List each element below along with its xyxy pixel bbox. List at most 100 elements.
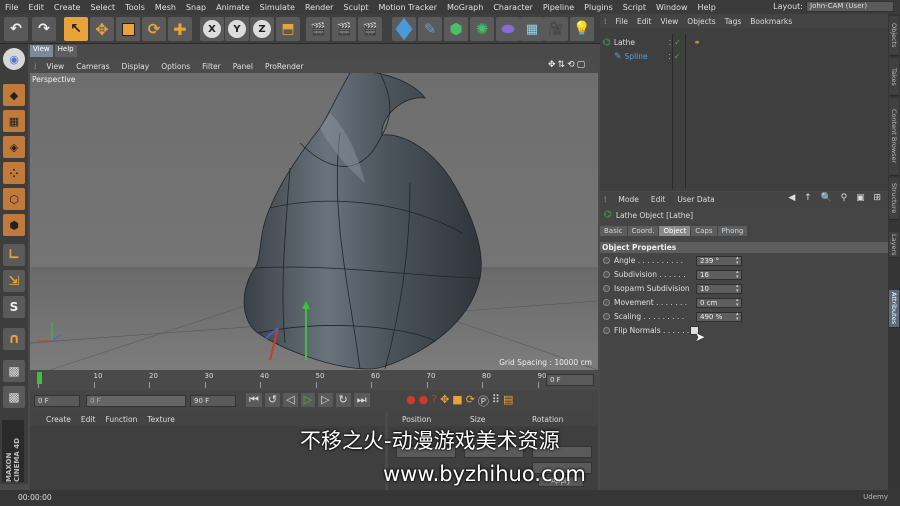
render-view-icon[interactable]: 🎬 xyxy=(306,17,330,41)
scale-key-icon[interactable]: ■ xyxy=(452,393,462,409)
edges-mode-icon[interactable]: ⬡ xyxy=(3,188,25,210)
tab-phong[interactable]: Phong xyxy=(717,226,748,236)
current-frame-field[interactable]: 0 F xyxy=(546,374,594,386)
menu-item-create[interactable]: Create xyxy=(49,3,86,12)
menu-item-select[interactable]: Select xyxy=(85,3,120,12)
parameter-key-icon[interactable]: Ⓟ xyxy=(478,393,489,409)
tab-object[interactable]: Object xyxy=(659,226,691,236)
object-menu-view[interactable]: View xyxy=(660,17,678,26)
tab-coord[interactable]: Coord. xyxy=(627,226,659,236)
attr-nav-icons[interactable]: ◀ ↑ 🔍 ⚲ ▣ ⊞ xyxy=(788,193,884,203)
menu-item-edit[interactable]: Edit xyxy=(23,3,49,12)
property-value-field[interactable]: 490 % xyxy=(696,311,742,322)
light-bulb-icon[interactable]: 💡 xyxy=(570,17,594,41)
start-frame-field[interactable]: 0 F xyxy=(34,395,80,407)
camera-icon[interactable]: 🎥 xyxy=(544,17,568,41)
locked-workplane-icon[interactable]: ▩ xyxy=(3,386,25,408)
menu-item-snap[interactable]: Snap xyxy=(181,3,211,12)
menu-item-render[interactable]: Render xyxy=(300,3,338,12)
object-menu-bookmarks[interactable]: Bookmarks xyxy=(750,17,792,26)
attr-menu-user-data[interactable]: User Data xyxy=(677,195,714,204)
menu-item-simulate[interactable]: Simulate xyxy=(255,3,300,12)
menu-item-mograph[interactable]: MoGraph xyxy=(442,3,488,12)
material-menu-create[interactable]: Create xyxy=(46,415,71,424)
side-tab-objects[interactable]: Objects xyxy=(889,16,899,56)
attr-menu-edit[interactable]: Edit xyxy=(651,195,666,204)
animate-dot-icon[interactable] xyxy=(603,299,610,306)
coordinate-system-icon[interactable]: ⬒ xyxy=(276,17,300,41)
position-key-icon[interactable]: ✥ xyxy=(440,393,449,409)
layout-selector[interactable]: Layout: John-CAM (User) xyxy=(773,1,894,12)
end-frame-field[interactable]: 90 F xyxy=(190,395,236,407)
viewport-menu-display[interactable]: Display xyxy=(116,62,156,71)
menu-item-tools[interactable]: Tools xyxy=(120,3,150,12)
frame-range-slider[interactable]: 0 F xyxy=(86,395,186,407)
material-menu-edit[interactable]: Edit xyxy=(81,415,96,424)
timeline-window-icon[interactable]: ▤ xyxy=(503,393,513,409)
axis-mode-icon[interactable]: ∟ xyxy=(3,244,25,266)
select-tool-icon[interactable]: ↖ xyxy=(64,17,88,41)
nurbs-generator-icon[interactable]: ⬢ xyxy=(444,17,468,41)
attr-menu-mode[interactable]: Mode xyxy=(618,195,638,204)
cube-primitive-icon[interactable] xyxy=(392,17,416,41)
record-active-icon[interactable]: ● xyxy=(406,393,416,409)
menu-item-pipeline[interactable]: Pipeline xyxy=(538,3,579,12)
tab-caps[interactable]: Caps xyxy=(691,226,717,236)
object-row-spline[interactable]: ✎ Spline ⁚ ✓ xyxy=(600,50,888,63)
visibility-dots-icon[interactable]: ⁚ xyxy=(669,39,671,47)
menu-item-motion-tracker[interactable]: Motion Tracker xyxy=(373,3,442,12)
menu-item-script[interactable]: Script xyxy=(618,3,651,12)
autokey-icon[interactable]: ● xyxy=(419,393,429,409)
property-value-field[interactable]: 10 xyxy=(696,283,742,294)
deformer-icon[interactable]: ⬬ xyxy=(496,17,520,41)
viewport-menu-cameras[interactable]: Cameras xyxy=(70,62,115,71)
animate-dot-icon[interactable] xyxy=(603,313,610,320)
material-menu-function[interactable]: Function xyxy=(105,415,137,424)
property-value-field[interactable]: 0 cm xyxy=(696,297,742,308)
menu-item-animate[interactable]: Animate xyxy=(211,3,255,12)
animate-dot-icon[interactable] xyxy=(603,285,610,292)
viewport-menu-panel[interactable]: Panel xyxy=(227,62,259,71)
viewport-menu-view[interactable]: View xyxy=(40,62,70,71)
property-value-field[interactable]: 16 xyxy=(696,269,742,280)
side-tab-attributes[interactable]: Attributes xyxy=(889,290,899,328)
redo-icon[interactable]: ↷ xyxy=(32,17,56,41)
object-menu-file[interactable]: File xyxy=(615,17,628,26)
side-tab-layers[interactable]: Layers xyxy=(889,232,899,258)
workplane-grid-icon[interactable]: ▩ xyxy=(3,360,25,382)
make-editable-icon[interactable]: ◉ xyxy=(3,48,25,70)
point-level-icon[interactable]: ⠿ xyxy=(492,393,500,409)
snap-icon[interactable]: S xyxy=(3,296,25,318)
tab-view[interactable]: View xyxy=(30,45,53,57)
enabled-check-icon[interactable]: ✓ xyxy=(674,52,681,61)
next-key-icon[interactable]: ↻ xyxy=(335,393,351,407)
animate-dot-icon[interactable] xyxy=(603,271,610,278)
viewport-menu-filter[interactable]: Filter xyxy=(196,62,227,71)
layout-dropdown[interactable]: John-CAM (User) xyxy=(806,1,894,12)
previous-key-icon[interactable]: ↺ xyxy=(264,393,281,407)
render-picture-viewer-icon[interactable]: 🎬 xyxy=(332,17,356,41)
side-tab-takes[interactable]: Takes xyxy=(889,58,899,96)
menu-item-window[interactable]: Window xyxy=(651,3,693,12)
visibility-dots-icon[interactable]: ⁚ xyxy=(669,53,671,61)
render-settings-icon[interactable]: 🎬 xyxy=(358,17,382,41)
perspective-viewport[interactable]: Perspective Grid Spacing : 10000 cm xyxy=(30,73,598,370)
undo-icon[interactable]: ↶ xyxy=(4,17,28,41)
x-axis-toggle[interactable]: X xyxy=(200,17,224,41)
timeline-ruler[interactable]: 0102030405060708090 0 F xyxy=(30,370,598,390)
rotate-tool-icon[interactable]: ⟳ xyxy=(142,17,166,41)
texture-mode-icon[interactable]: ▦ xyxy=(3,110,25,132)
workplane-mode-icon[interactable]: ◈ xyxy=(3,136,25,158)
z-axis-toggle[interactable]: Z xyxy=(250,17,274,41)
side-tab-structure[interactable]: Structure xyxy=(889,178,899,220)
live-select-icon[interactable]: ✚ xyxy=(168,17,192,41)
next-frame-icon[interactable]: ▷ xyxy=(318,393,333,407)
side-tab-content-browser[interactable]: Content Browser xyxy=(889,98,899,176)
polygons-mode-icon[interactable]: ⬢ xyxy=(3,214,25,236)
tab-help[interactable]: Help xyxy=(54,45,77,57)
object-menu-objects[interactable]: Objects xyxy=(687,17,715,26)
menu-item-file[interactable]: File xyxy=(0,3,23,12)
viewport-menu-prorender[interactable]: ProRender xyxy=(259,62,310,71)
playhead[interactable] xyxy=(37,372,42,384)
model-mode-icon[interactable]: ◆ xyxy=(3,84,25,106)
